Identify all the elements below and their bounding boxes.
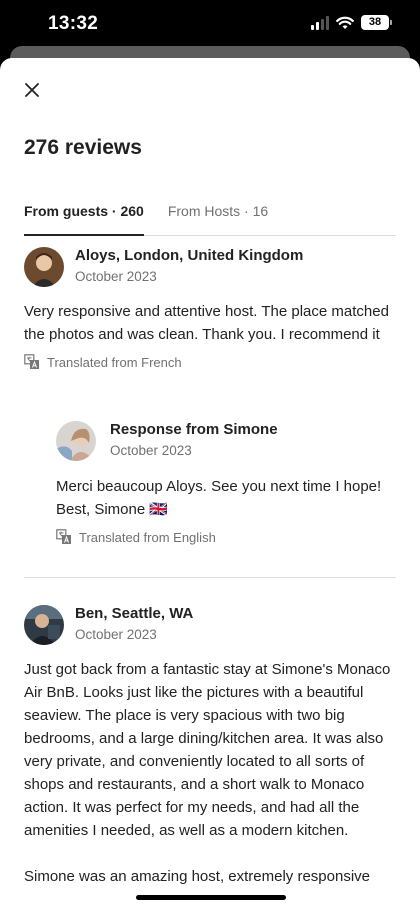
- avatar[interactable]: [24, 604, 64, 645]
- wifi-icon: [336, 16, 354, 29]
- reviews-sheet: 276 reviews From guests · 260 From Hosts…: [0, 58, 420, 909]
- translate-icon: [24, 354, 39, 369]
- reviewer-header: Aloys, London, United Kingdom October 20…: [24, 246, 396, 287]
- review-item: Aloys, London, United Kingdom October 20…: [24, 246, 396, 370]
- response-date: October 2023: [110, 443, 192, 458]
- response-title: Response from Simone: [110, 421, 278, 438]
- reviewer-name: Aloys, London, United Kingdom: [75, 247, 304, 264]
- translation-label: Translated from French: [47, 354, 182, 370]
- review-text: Just got back from a fantastic stay at S…: [24, 661, 391, 839]
- review-date: October 2023: [75, 269, 157, 284]
- tab-from-hosts[interactable]: From Hosts · 16: [168, 202, 268, 235]
- divider: [24, 577, 396, 578]
- avatar[interactable]: [24, 246, 64, 287]
- battery-icon: 38: [361, 15, 392, 30]
- home-indicator[interactable]: [136, 895, 286, 900]
- cellular-signal-icon: [311, 15, 329, 30]
- translate-icon: [56, 529, 71, 544]
- review-text-continued: Simone was an amazing host, extremely re…: [24, 868, 370, 885]
- close-button[interactable]: [18, 76, 46, 104]
- close-icon: [25, 83, 39, 97]
- reviewer-header: Ben, Seattle, WA October 2023: [24, 604, 396, 645]
- status-time: 13:32: [48, 13, 99, 34]
- review-date: October 2023: [75, 627, 157, 642]
- status-bar: 13:32 38: [0, 0, 420, 50]
- review-text: Very responsive and attentive host. The …: [24, 303, 389, 343]
- host-response: Response from Simone October 2023 Merci …: [56, 420, 396, 545]
- status-icons: 38: [311, 15, 392, 30]
- response-text: Merci beaucoup Aloys. See you next time …: [56, 478, 382, 518]
- page-title: 276 reviews: [24, 136, 142, 159]
- host-avatar[interactable]: [56, 420, 96, 461]
- translation-note: Translated from French: [24, 354, 396, 370]
- reviewer-name: Ben, Seattle, WA: [75, 605, 194, 622]
- translation-note: Translated from English: [56, 529, 396, 545]
- battery-level: 38: [361, 15, 389, 30]
- translation-label: Translated from English: [79, 529, 216, 545]
- review-item: Ben, Seattle, WA October 2023 Just got b…: [24, 604, 396, 888]
- tab-from-guests[interactable]: From guests · 260: [24, 202, 144, 236]
- review-tabs: From guests · 260 From Hosts · 16: [24, 202, 396, 236]
